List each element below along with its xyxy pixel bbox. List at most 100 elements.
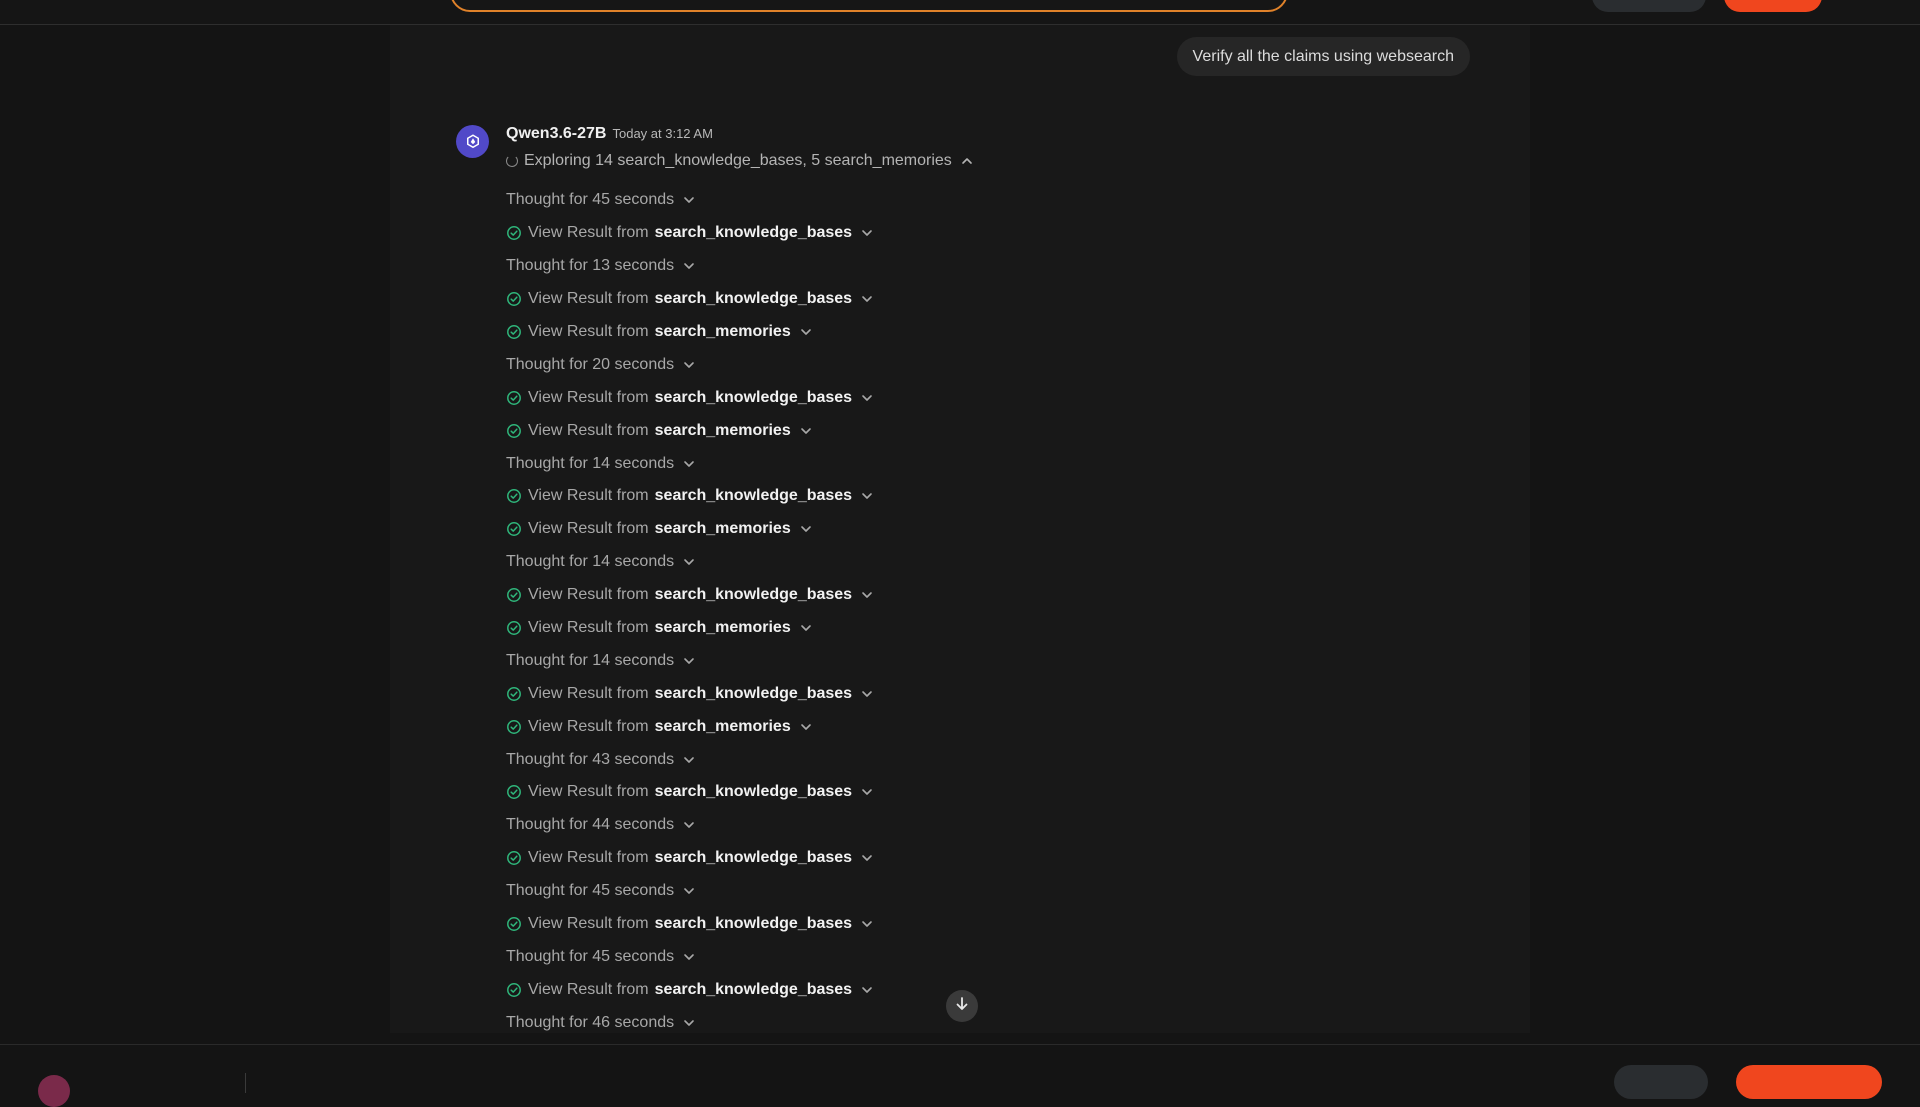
chevron-up-icon[interactable] [960, 154, 974, 168]
qwen-logo-icon [456, 125, 489, 158]
chevron-down-icon[interactable] [682, 193, 696, 207]
view-result-step[interactable]: View Result from search_knowledge_bases [506, 480, 1106, 513]
tool-name: search_memories [654, 421, 791, 439]
thought-label: Thought for 14 seconds [506, 651, 675, 669]
chevron-down-icon[interactable] [799, 424, 813, 438]
chevron-down-icon[interactable] [799, 522, 813, 536]
check-circle-icon [506, 324, 522, 340]
view-result-label: View Result from [528, 586, 649, 604]
check-circle-icon [506, 521, 522, 537]
chevron-down-icon[interactable] [682, 555, 696, 569]
check-circle-icon [506, 291, 522, 307]
chevron-down-icon[interactable] [860, 489, 874, 503]
check-circle-icon [506, 982, 522, 998]
check-circle-icon [506, 587, 522, 603]
chevron-down-icon[interactable] [799, 325, 813, 339]
thought-step[interactable]: Thought for 45 seconds [506, 940, 1106, 973]
secondary-button[interactable] [1592, 0, 1706, 12]
secondary-button[interactable] [1614, 1065, 1708, 1099]
check-circle-icon [506, 488, 522, 504]
exploring-status[interactable]: Exploring 14 search_knowledge_bases, 5 s… [506, 151, 974, 171]
tool-name: search_knowledge_bases [654, 224, 853, 242]
thought-step[interactable]: Thought for 14 seconds [506, 644, 1106, 677]
primary-button[interactable] [1724, 0, 1822, 12]
check-circle-icon [506, 784, 522, 800]
chevron-down-icon[interactable] [682, 753, 696, 767]
thought-step[interactable]: Thought for 43 seconds [506, 743, 1106, 776]
chevron-down-icon[interactable] [860, 983, 874, 997]
thought-step[interactable]: Thought for 20 seconds [506, 348, 1106, 381]
chevron-down-icon[interactable] [682, 358, 696, 372]
view-result-step[interactable]: View Result from search_knowledge_bases [506, 973, 1106, 1006]
view-result-label: View Result from [528, 684, 649, 702]
chevron-down-icon[interactable] [860, 292, 874, 306]
view-result-step[interactable]: View Result from search_memories [506, 414, 1106, 447]
message-timestamp: Today at 3:12 AM [612, 126, 713, 141]
chevron-down-icon[interactable] [860, 917, 874, 931]
thought-step[interactable]: Thought for 44 seconds [506, 809, 1106, 842]
view-result-step[interactable]: View Result from search_knowledge_bases [506, 776, 1106, 809]
thought-label: Thought for 44 seconds [506, 816, 675, 834]
check-circle-icon [506, 423, 522, 439]
view-result-step[interactable]: View Result from search_memories [506, 710, 1106, 743]
thought-step[interactable]: Thought for 45 seconds [506, 875, 1106, 908]
view-result-step[interactable]: View Result from search_knowledge_bases [506, 217, 1106, 250]
view-result-label: View Result from [528, 915, 649, 933]
spinner-icon [506, 155, 518, 167]
check-circle-icon [506, 916, 522, 932]
tool-name: search_memories [654, 717, 791, 735]
thought-label: Thought for 46 seconds [506, 1013, 675, 1031]
thought-step[interactable]: Thought for 13 seconds [506, 250, 1106, 283]
chat-panel: Verify all the claims using websearch Qw… [390, 25, 1530, 1033]
tool-name: search_knowledge_bases [654, 388, 853, 406]
thought-label: Thought for 20 seconds [506, 355, 675, 373]
chevron-down-icon[interactable] [860, 851, 874, 865]
view-result-label: View Result from [528, 224, 649, 242]
check-circle-icon [506, 719, 522, 735]
tool-name: search_memories [654, 520, 791, 538]
primary-button[interactable] [1736, 1065, 1882, 1099]
chevron-down-icon[interactable] [860, 588, 874, 602]
check-circle-icon [506, 225, 522, 241]
top-bar [0, 0, 1920, 25]
scroll-to-bottom-button[interactable] [946, 990, 978, 1022]
tool-name: search_knowledge_bases [654, 290, 853, 308]
chevron-down-icon[interactable] [682, 884, 696, 898]
chevron-down-icon[interactable] [860, 391, 874, 405]
view-result-step[interactable]: View Result from search_memories [506, 316, 1106, 349]
thought-step[interactable]: Thought for 45 seconds [506, 184, 1106, 217]
chevron-down-icon[interactable] [682, 950, 696, 964]
view-result-label: View Result from [528, 520, 649, 538]
chevron-down-icon[interactable] [799, 621, 813, 635]
tool-name: search_knowledge_bases [654, 586, 853, 604]
chevron-down-icon[interactable] [682, 457, 696, 471]
message-input[interactable] [450, 0, 1288, 12]
chevron-down-icon[interactable] [682, 818, 696, 832]
view-result-step[interactable]: View Result from search_knowledge_bases [506, 381, 1106, 414]
view-result-label: View Result from [528, 783, 649, 801]
view-result-step[interactable]: View Result from search_knowledge_bases [506, 908, 1106, 941]
thought-step[interactable]: Thought for 14 seconds [506, 447, 1106, 480]
chevron-down-icon[interactable] [860, 785, 874, 799]
view-result-label: View Result from [528, 487, 649, 505]
view-result-step[interactable]: View Result from search_memories [506, 513, 1106, 546]
divider [245, 1073, 246, 1093]
view-result-step[interactable]: View Result from search_knowledge_bases [506, 579, 1106, 612]
chevron-down-icon[interactable] [682, 654, 696, 668]
view-result-step[interactable]: View Result from search_knowledge_bases [506, 283, 1106, 316]
tool-name: search_memories [654, 619, 791, 637]
view-result-step[interactable]: View Result from search_memories [506, 612, 1106, 645]
thought-step[interactable]: Thought for 14 seconds [506, 546, 1106, 579]
chevron-down-icon[interactable] [860, 687, 874, 701]
thought-label: Thought for 14 seconds [506, 454, 675, 472]
chevron-down-icon[interactable] [682, 1016, 696, 1030]
thought-step[interactable]: Thought for 46 seconds [506, 1006, 1106, 1039]
bottom-bar [0, 1044, 1920, 1107]
chevron-down-icon[interactable] [860, 226, 874, 240]
chevron-down-icon[interactable] [682, 259, 696, 273]
chevron-down-icon[interactable] [799, 720, 813, 734]
tool-name: search_knowledge_bases [654, 783, 853, 801]
thought-label: Thought for 13 seconds [506, 257, 675, 275]
view-result-step[interactable]: View Result from search_knowledge_bases [506, 677, 1106, 710]
view-result-step[interactable]: View Result from search_knowledge_bases [506, 842, 1106, 875]
